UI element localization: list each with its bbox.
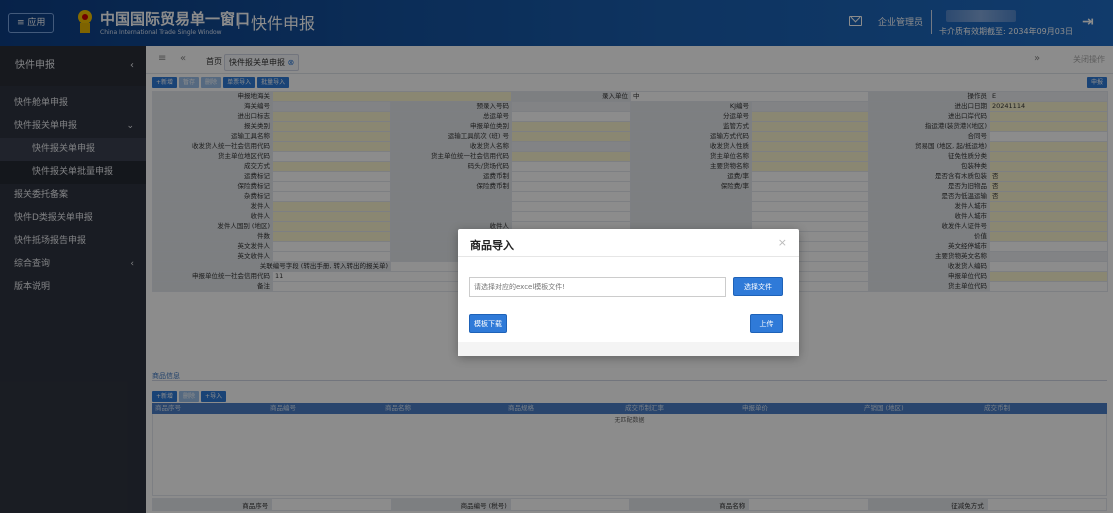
dialog-footer [458, 342, 799, 356]
upload-button[interactable]: 上传 [750, 314, 783, 333]
choose-file-button[interactable]: 选择文件 [733, 277, 783, 296]
template-download-button[interactable]: 模板下载 [469, 314, 507, 333]
dialog-title: 商品导入 [470, 239, 514, 252]
close-icon[interactable]: × [778, 236, 787, 249]
goods-import-dialog: 商品导入 × 选择文件 模板下载 上传 [458, 229, 799, 356]
dialog-header: 商品导入 × [458, 229, 799, 257]
file-path-input[interactable] [469, 277, 726, 297]
